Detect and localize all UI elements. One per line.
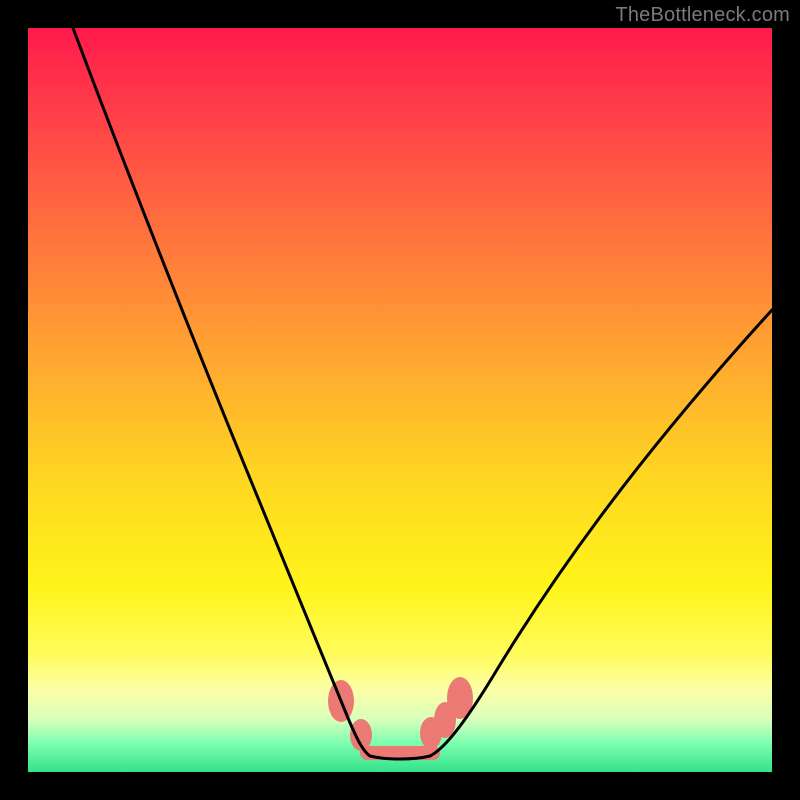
curve-marker-blobs <box>328 677 473 751</box>
chart-overlay <box>28 28 772 772</box>
curve-right-branch <box>430 310 772 756</box>
watermark-text: TheBottleneck.com <box>615 4 790 27</box>
chart-frame: TheBottleneck.com <box>0 0 800 800</box>
curve-left-branch <box>73 28 370 756</box>
